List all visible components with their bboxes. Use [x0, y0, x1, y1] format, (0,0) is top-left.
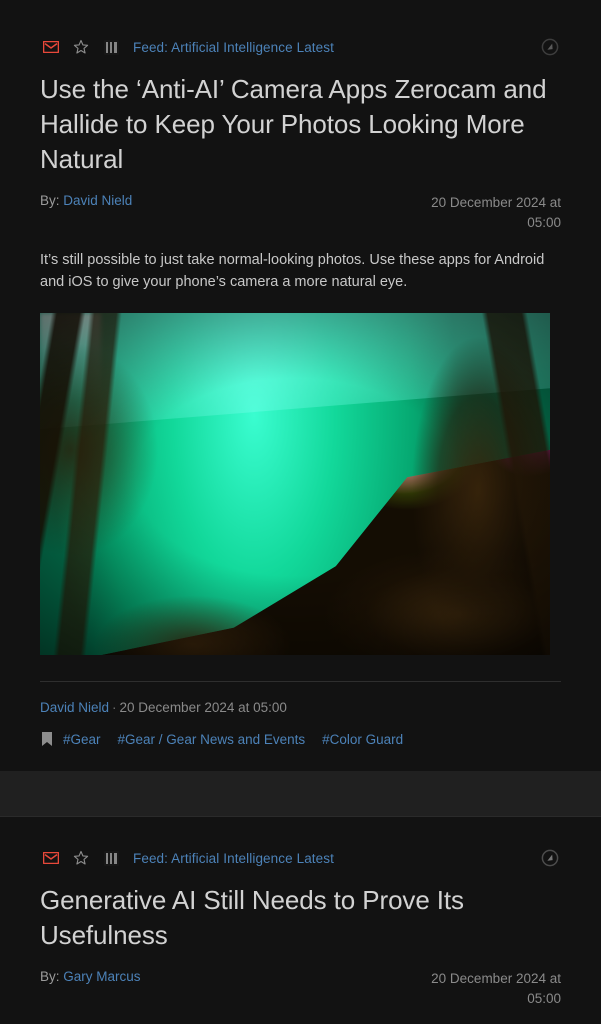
article-footer-meta: David Nield · 20 December 2024 at 05:00 — [40, 700, 561, 715]
article-date-line2: 05:00 — [527, 991, 561, 1006]
envelope-icon[interactable] — [40, 847, 62, 869]
site-favicon-icon — [100, 36, 122, 58]
circle-arrow-icon[interactable] — [539, 847, 561, 869]
article-date-line1: 20 December 2024 at — [431, 195, 561, 210]
content-divider — [40, 681, 561, 682]
circle-arrow-icon[interactable] — [539, 36, 561, 58]
article-headline[interactable]: Generative AI Still Needs to Prove Its U… — [40, 883, 561, 953]
tag-list: #Gear #Gear / Gear News and Events #Colo… — [40, 731, 561, 747]
article-date: 20 December 2024 at 05:00 — [431, 967, 561, 1009]
site-favicon-icon — [100, 847, 122, 869]
author-link[interactable]: Gary Marcus — [63, 969, 140, 984]
tag-item[interactable]: #Gear / Gear News and Events — [118, 732, 306, 747]
footer-date: 20 December 2024 at 05:00 — [119, 700, 287, 715]
envelope-icon[interactable] — [40, 36, 62, 58]
article-summary: It’s still possible to just take normal-… — [40, 252, 545, 290]
article-entry: Feed: Artificial Intelligence Latest Use… — [0, 0, 601, 771]
byline-row: By: David Nield 20 December 2024 at 05:0… — [40, 191, 561, 233]
star-outline-icon[interactable] — [70, 36, 92, 58]
article-meta-row: Feed: Artificial Intelligence Latest — [40, 845, 561, 871]
article-entry: Feed: Artificial Intelligence Latest Gen… — [0, 817, 601, 1009]
footer-separator: · — [112, 700, 117, 715]
feed-source-link[interactable]: Feed: Artificial Intelligence Latest — [133, 40, 334, 55]
tag-item[interactable]: #Color Guard — [322, 732, 403, 747]
author-link[interactable]: David Nield — [63, 193, 132, 208]
article-hero-image[interactable] — [40, 313, 550, 655]
bookmark-icon — [42, 732, 52, 746]
byline-prefix: By: — [40, 193, 60, 208]
feed-reader-page: Feed: Artificial Intelligence Latest Use… — [0, 0, 601, 1024]
footer-author-link[interactable]: David Nield — [40, 700, 109, 715]
feed-source-link[interactable]: Feed: Artificial Intelligence Latest — [133, 851, 334, 866]
article-headline[interactable]: Use the ‘Anti-AI’ Camera Apps Zerocam an… — [40, 72, 561, 177]
article-meta-row: Feed: Artificial Intelligence Latest — [40, 34, 561, 60]
article-date-line2: 05:00 — [527, 215, 561, 230]
byline: By: Gary Marcus — [40, 967, 141, 984]
byline-prefix: By: — [40, 969, 60, 984]
star-outline-icon[interactable] — [70, 847, 92, 869]
article-separator-band — [0, 771, 601, 817]
tag-item[interactable]: #Gear — [63, 732, 101, 747]
byline-row: By: Gary Marcus 20 December 2024 at 05:0… — [40, 967, 561, 1009]
article-date: 20 December 2024 at 05:00 — [431, 191, 561, 233]
byline: By: David Nield — [40, 191, 132, 208]
article-date-line1: 20 December 2024 at — [431, 971, 561, 986]
